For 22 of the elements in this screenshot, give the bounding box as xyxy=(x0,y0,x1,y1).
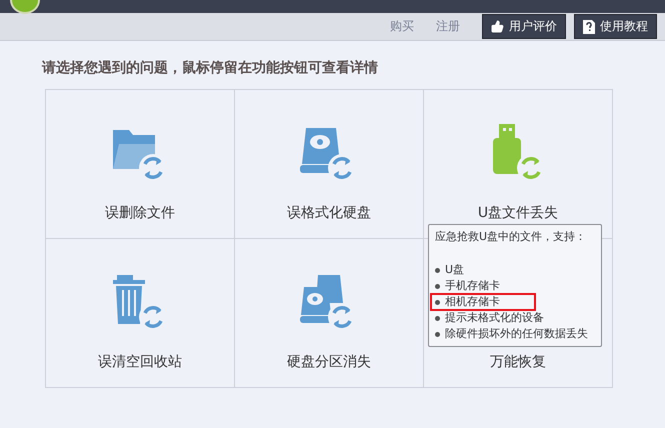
option-label[interactable]: 误删除文件 xyxy=(105,204,175,222)
bullet-dot xyxy=(435,316,440,320)
option-label[interactable]: 误格式化硬盘 xyxy=(287,204,371,222)
tooltip-item: 除硬件损坏外的任何数据丢失 xyxy=(445,326,588,342)
tooltip-item: U盘 xyxy=(445,262,464,278)
help-document-icon xyxy=(583,20,595,34)
bullet-dot xyxy=(435,284,440,288)
tutorial-button[interactable]: 使用教程 xyxy=(574,14,657,39)
thumbs-up-icon xyxy=(491,20,504,33)
user-review-button[interactable]: 用户评价 xyxy=(482,14,566,39)
tooltip-item: 提示未格式化的设备 xyxy=(445,310,544,326)
option-label[interactable]: U盘文件丢失 xyxy=(478,204,558,222)
tooltip-title: 应急抢救U盘中的文件，支持： xyxy=(435,229,588,244)
tooltip-item: 手机存储卡 xyxy=(445,278,500,294)
option-label[interactable]: 硬盘分区消失 xyxy=(287,353,371,371)
option-label[interactable]: 万能恢复 xyxy=(490,353,546,371)
option-label[interactable]: 误清空回收站 xyxy=(98,353,182,371)
tooltip-item: 相机存储卡 xyxy=(445,294,500,310)
bullet-dot xyxy=(435,332,440,336)
bullet-dot xyxy=(435,268,440,272)
bullet-dot xyxy=(435,300,440,304)
instruction-heading: 请选择您遇到的问题，鼠标停留在功能按钮可查看详情 xyxy=(42,59,379,77)
